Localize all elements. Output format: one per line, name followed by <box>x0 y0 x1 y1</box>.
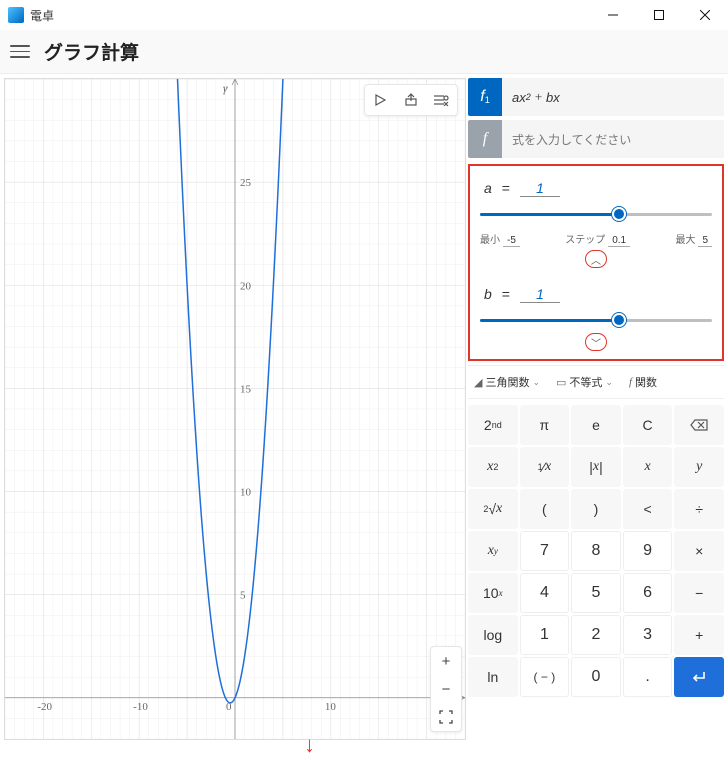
key-x²[interactable]: x2 <box>468 447 518 487</box>
var-a-min[interactable]: -5 <box>503 235 520 247</box>
variable-panel: a = 1 最小-5 ステップ0.1 最大5 ︿ b = 1 <box>468 164 724 361</box>
key-π[interactable]: π <box>520 405 570 445</box>
key-)[interactable]: ) <box>571 489 621 529</box>
var-b-expand[interactable]: ﹀ <box>585 333 607 351</box>
graph-toolbar <box>364 84 458 116</box>
equation-badge-new: f <box>468 120 502 158</box>
key-÷[interactable]: ÷ <box>674 489 724 529</box>
close-button[interactable] <box>682 0 728 30</box>
function-categories: ◢三角関数⌄ ▭不等式⌄ f関数 <box>468 365 724 399</box>
key-−[interactable]: − <box>674 573 724 613</box>
variable-a-block: a = 1 最小-5 ステップ0.1 最大5 ︿ <box>480 174 712 276</box>
equation-row-new[interactable]: f 式を入力してください <box>468 120 724 158</box>
key-([interactable]: ( <box>520 489 570 529</box>
var-b-slider[interactable] <box>480 311 712 329</box>
keypad: 2ndπeCx21⁄x|x|xy2√x()<÷xy789×10x456−log1… <box>468 405 724 697</box>
key-¹⁄x[interactable]: 1⁄x <box>520 447 570 487</box>
key-(−)[interactable]: ( − ) <box>520 657 570 697</box>
key-7[interactable]: 7 <box>520 531 570 571</box>
trace-button[interactable] <box>367 87 395 113</box>
cat-ineq[interactable]: ▭不等式⌄ <box>550 370 619 394</box>
zoom-fit-button[interactable] <box>431 703 461 731</box>
key-1[interactable]: 1 <box>520 615 570 655</box>
variable-b-block: b = 1 ﹀ <box>480 280 712 353</box>
app-icon <box>8 7 24 23</box>
equation-row-1[interactable]: f1 ax2 + bx <box>468 78 724 116</box>
key-↵[interactable] <box>674 657 724 697</box>
var-a-slider[interactable] <box>480 205 712 223</box>
side-panel: f1 ax2 + bx f 式を入力してください a = 1 最小-5 ステップ… <box>468 78 724 740</box>
var-a-name: a <box>484 180 492 196</box>
minimize-button[interactable] <box>590 0 636 30</box>
annotation-arrow-icon: ↓ <box>304 732 315 758</box>
key-2nd[interactable]: 2nd <box>468 405 518 445</box>
key-log[interactable]: log <box>468 615 518 655</box>
var-a-value[interactable]: 1 <box>520 180 560 197</box>
var-a-step[interactable]: 0.1 <box>608 235 630 247</box>
app-title: 電卓 <box>30 7 54 24</box>
key-<[interactable]: < <box>623 489 673 529</box>
key-0[interactable]: 0 <box>571 657 621 697</box>
header: グラフ計算 <box>0 30 728 74</box>
key-2[interactable]: 2 <box>571 615 621 655</box>
maximize-button[interactable] <box>636 0 682 30</box>
share-button[interactable] <box>397 87 425 113</box>
equation-placeholder[interactable]: 式を入力してください <box>502 120 724 158</box>
key-5[interactable]: 5 <box>571 573 621 613</box>
key-+[interactable]: + <box>674 615 724 655</box>
var-b-value[interactable]: 1 <box>520 286 560 303</box>
key-e[interactable]: e <box>571 405 621 445</box>
key-×[interactable]: × <box>674 531 724 571</box>
key-xʸ[interactable]: xy <box>468 531 518 571</box>
key-|x|[interactable]: |x| <box>571 447 621 487</box>
var-b-name: b <box>484 286 492 302</box>
key-⌫[interactable] <box>674 405 724 445</box>
key-x[interactable]: x <box>623 447 673 487</box>
key-6[interactable]: 6 <box>623 573 673 613</box>
page-title: グラフ計算 <box>44 38 139 65</box>
key-y[interactable]: y <box>674 447 724 487</box>
cat-trig[interactable]: ◢三角関数⌄ <box>468 370 546 394</box>
key-C[interactable]: C <box>623 405 673 445</box>
window-buttons <box>590 0 728 30</box>
graph-area[interactable] <box>4 78 466 740</box>
zoom-toolbar: + − <box>430 646 462 732</box>
key-9[interactable]: 9 <box>623 531 673 571</box>
key-10ˣ[interactable]: 10x <box>468 573 518 613</box>
zoom-out-button[interactable]: − <box>431 675 461 703</box>
zoom-in-button[interactable]: + <box>431 647 461 675</box>
key-8[interactable]: 8 <box>571 531 621 571</box>
key-²√x[interactable]: 2√x <box>468 489 518 529</box>
var-a-collapse[interactable]: ︿ <box>585 250 607 268</box>
key-ln[interactable]: ln <box>468 657 518 697</box>
graph-options-button[interactable] <box>427 87 455 113</box>
key-4[interactable]: 4 <box>520 573 570 613</box>
equation-text-1[interactable]: ax2 + bx <box>502 78 724 116</box>
key-.[interactable]: . <box>623 657 673 697</box>
equation-badge-1: f1 <box>468 78 502 116</box>
key-3[interactable]: 3 <box>623 615 673 655</box>
hamburger-icon[interactable] <box>10 42 30 62</box>
var-a-max[interactable]: 5 <box>698 235 712 247</box>
cat-func[interactable]: f関数 <box>623 370 663 394</box>
